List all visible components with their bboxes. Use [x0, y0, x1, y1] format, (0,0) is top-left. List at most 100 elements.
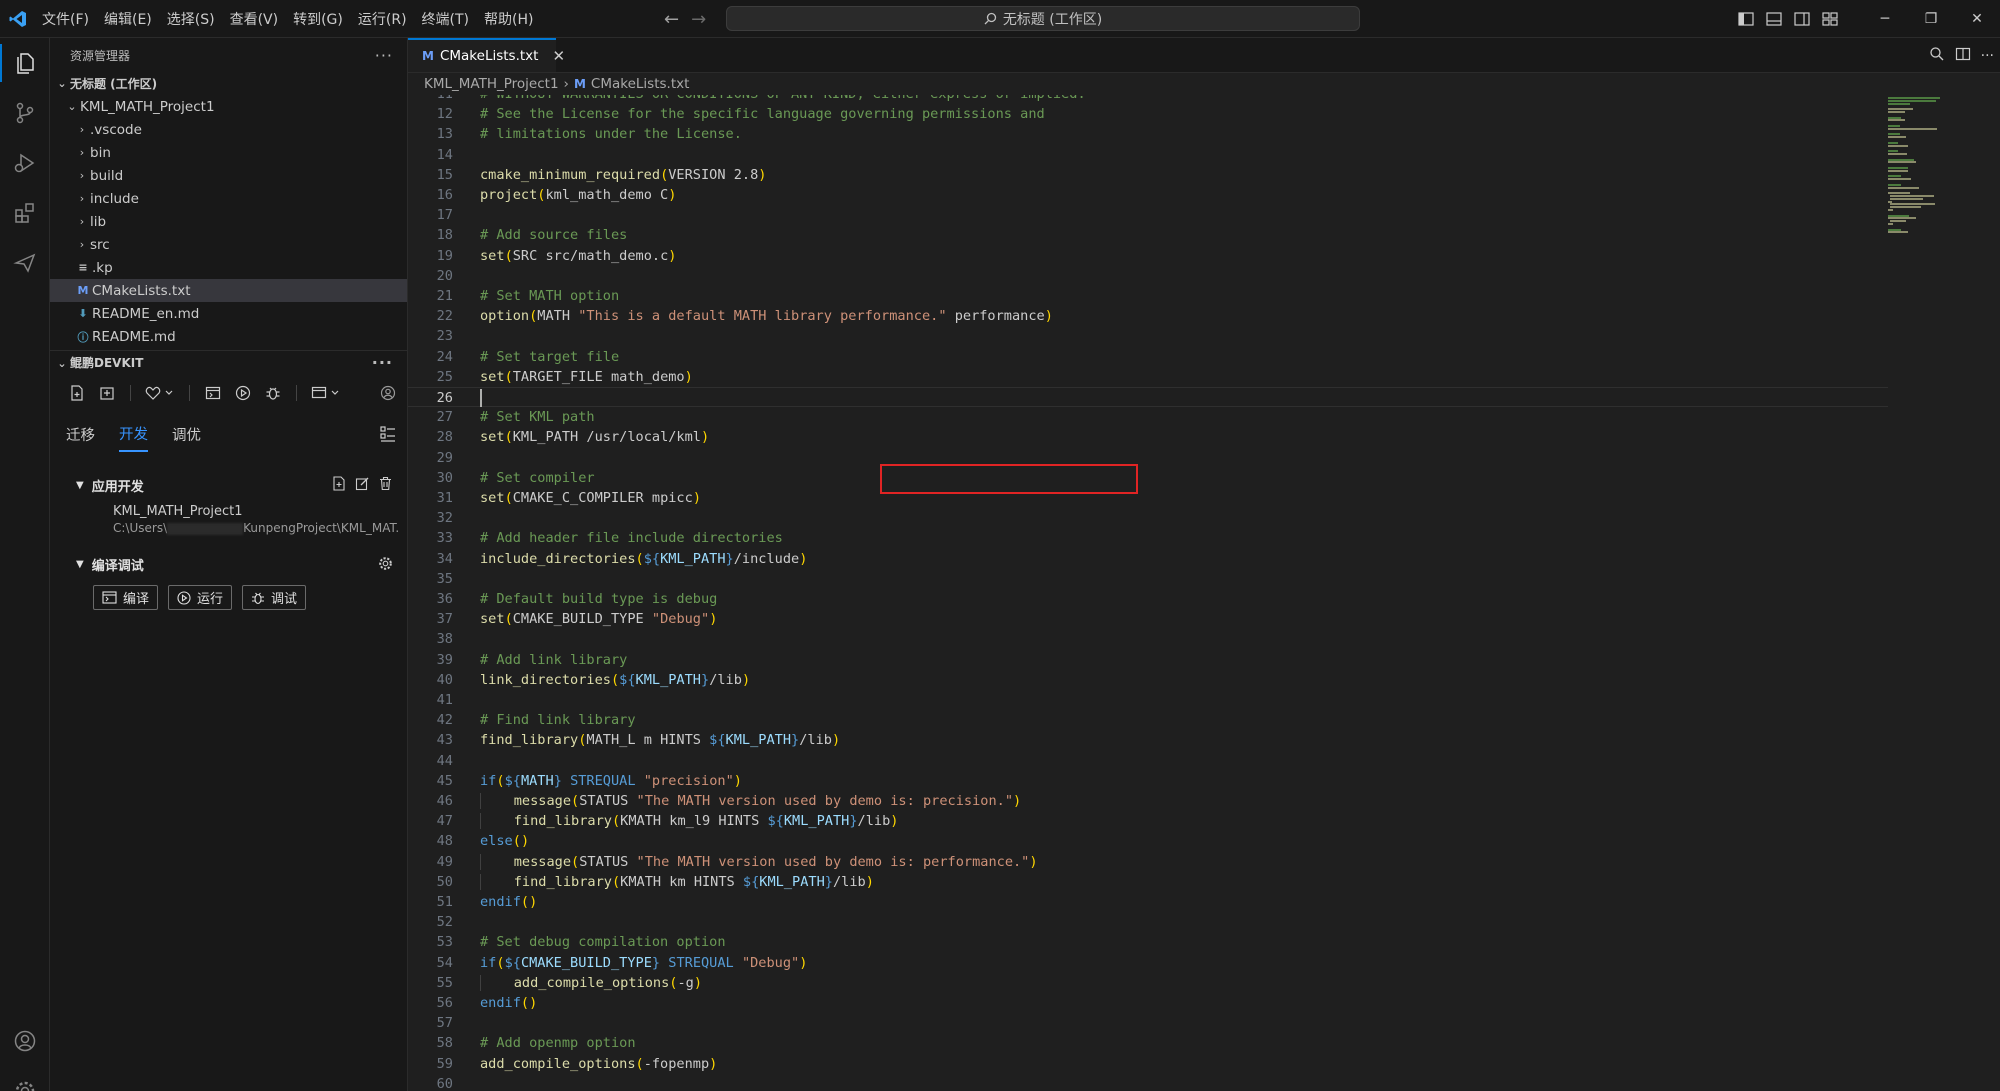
code-line[interactable]: 30 # Set compiler [408, 468, 1888, 488]
send-icon[interactable] [0, 238, 50, 288]
menu-go[interactable]: 转到(G) [287, 9, 349, 29]
code-line[interactable]: 46 message(STATUS "The MATH version used… [408, 791, 1888, 811]
code-line[interactable]: 55 add_compile_options(-g) [408, 973, 1888, 993]
code-line[interactable]: 19 set(SRC src/math_demo.c) [408, 246, 1888, 266]
explorer-icon[interactable] [0, 38, 50, 88]
code-line[interactable]: 11 # WITHOUT WARRANTIES OR CONDITIONS OF … [408, 95, 1888, 104]
code-line[interactable]: 45 if(${MATH} STREQUAL "precision") [408, 771, 1888, 791]
project-folder[interactable]: ⌄ KML_MATH_Project1 [50, 95, 407, 118]
code-line[interactable]: 57 [408, 1013, 1888, 1033]
restore-icon[interactable]: ❐ [1908, 0, 1954, 38]
workspace-root[interactable]: ⌄ 无标题 (工作区) [50, 72, 407, 95]
folder-vscode[interactable]: › .vscode [50, 118, 407, 141]
user-circle-icon[interactable] [377, 382, 399, 404]
code-line[interactable]: 34 include_directories(${KML_PATH}/includ… [408, 549, 1888, 569]
build-debug-group[interactable]: ▼ 编译调试 [50, 549, 407, 579]
menu-run[interactable]: 运行(R) [352, 9, 413, 29]
menu-file[interactable]: 文件(F) [36, 9, 95, 29]
code-line[interactable]: 14 [408, 145, 1888, 165]
file-cmakelists[interactable]: M CMakeLists.txt [50, 279, 407, 302]
menu-selection[interactable]: 选择(S) [161, 9, 221, 29]
code-line[interactable]: 44 [408, 751, 1888, 771]
code-line[interactable]: 48 else() [408, 831, 1888, 851]
run-button[interactable]: 运行 [168, 585, 233, 610]
run-circle-icon[interactable] [232, 382, 254, 404]
command-center[interactable]: 无标题 (工作区) [726, 6, 1360, 31]
code-line[interactable]: 12 # See the License for the specific lan… [408, 104, 1888, 124]
edit-project-icon[interactable] [355, 476, 370, 495]
code-line[interactable]: 59 add_compile_options(-fopenmp) [408, 1054, 1888, 1074]
code-line[interactable]: 51 endif() [408, 892, 1888, 912]
file-readme[interactable]: ⓘ README.md [50, 325, 407, 348]
code-line[interactable]: 54 if(${CMAKE_BUILD_TYPE} STREQUAL "Debug… [408, 953, 1888, 973]
code-line[interactable]: 42 # Find link library [408, 710, 1888, 730]
search-icon[interactable] [1929, 46, 1945, 66]
folder-build[interactable]: › build [50, 164, 407, 187]
menu-help[interactable]: 帮助(H) [478, 9, 539, 29]
toggle-primary-sidebar-icon[interactable] [1732, 0, 1760, 38]
close-icon[interactable]: ✕ [552, 47, 565, 65]
code-line[interactable]: 41 [408, 690, 1888, 710]
minimize-icon[interactable]: ─ [1862, 0, 1908, 38]
code-line[interactable]: 33 # Add header file include directories [408, 528, 1888, 548]
debug-bug-icon[interactable] [262, 382, 284, 404]
folder-lib[interactable]: › lib [50, 210, 407, 233]
code-line[interactable]: 20 [408, 266, 1888, 286]
account-icon[interactable] [0, 1016, 50, 1066]
code-line[interactable]: 15 cmake_minimum_required(VERSION 2.8) [408, 165, 1888, 185]
menu-view[interactable]: 查看(V) [224, 9, 285, 29]
debug-button[interactable]: 调试 [242, 585, 307, 610]
code-line[interactable]: 49 message(STATUS "The MATH version used… [408, 852, 1888, 872]
extensions-icon[interactable] [0, 188, 50, 238]
list-view-icon[interactable] [379, 425, 397, 447]
code-line[interactable]: 27 # Set KML path [408, 407, 1888, 427]
devkit-section-header[interactable]: ⌄ 鲲鹏DEVKIT ··· [50, 350, 407, 374]
toggle-secondary-sidebar-icon[interactable] [1788, 0, 1816, 38]
code-line[interactable]: 29 [408, 448, 1888, 468]
code-line[interactable]: 36 # Default build type is debug [408, 589, 1888, 609]
customize-layout-icon[interactable] [1816, 0, 1844, 38]
code-line[interactable]: 16 project(kml_math_demo C) [408, 185, 1888, 205]
split-editor-icon[interactable] [1955, 46, 1971, 66]
tab-tuning[interactable]: 调优 [172, 418, 201, 451]
code-line[interactable]: 47 find_library(KMATH km_l9 HINTS ${KML_… [408, 811, 1888, 831]
delete-icon[interactable] [378, 476, 393, 495]
app-dev-group[interactable]: ▼ 应用开发 [50, 470, 407, 500]
code-line[interactable]: 21 # Set MATH option [408, 286, 1888, 306]
breadcrumb-file[interactable]: CMakeLists.txt [591, 76, 690, 92]
code-editor[interactable]: 11 # WITHOUT WARRANTIES OR CONDITIONS OF … [408, 95, 2000, 1091]
compile-button[interactable]: 编译 [93, 585, 159, 610]
code-line[interactable]: 40 link_directories(${KML_PATH}/lib) [408, 670, 1888, 690]
code-line[interactable]: 37 set(CMAKE_BUILD_TYPE "Debug") [408, 609, 1888, 629]
menu-terminal[interactable]: 终端(T) [416, 9, 475, 29]
tab-cmakelists[interactable]: M CMakeLists.txt ✕ [408, 38, 565, 72]
code-line[interactable]: 58 # Add openmp option [408, 1033, 1888, 1053]
folder-bin[interactable]: › bin [50, 141, 407, 164]
code-line[interactable]: 13 # limitations under the License. [408, 124, 1888, 144]
code-line[interactable]: 50 find_library(KMATH km HINTS ${KML_PAT… [408, 872, 1888, 892]
deploy-dropdown-icon[interactable] [309, 382, 343, 404]
code-line[interactable]: 26 [408, 387, 1888, 407]
code-line[interactable]: 52 [408, 912, 1888, 932]
back-arrow-icon[interactable]: ← [664, 9, 679, 30]
run-debug-icon[interactable] [0, 138, 50, 188]
more-actions-icon[interactable]: ··· [375, 46, 393, 65]
source-control-icon[interactable] [0, 88, 50, 138]
settings-gear-icon[interactable] [378, 556, 393, 575]
code-line[interactable]: 25 set(TARGET_FILE math_demo) [408, 367, 1888, 387]
minimap[interactable] [1888, 95, 1988, 395]
code-line[interactable]: 56 endif() [408, 993, 1888, 1013]
code-line[interactable]: 38 [408, 629, 1888, 649]
new-file-icon[interactable] [66, 382, 88, 404]
code-line[interactable]: 24 # Set target file [408, 347, 1888, 367]
settings-gear-icon[interactable] [0, 1066, 50, 1091]
menu-edit[interactable]: 编辑(E) [98, 9, 158, 29]
code-line[interactable]: 43 find_library(MATH_L m HINTS ${KML_PATH… [408, 730, 1888, 750]
code-line[interactable]: 22 option(MATH "This is a default MATH li… [408, 306, 1888, 326]
add-project-icon[interactable] [332, 476, 347, 495]
tab-migration[interactable]: 迁移 [66, 418, 95, 451]
code-line[interactable]: 39 # Add link library [408, 650, 1888, 670]
code-line[interactable]: 17 [408, 205, 1888, 225]
devkit-more-icon[interactable]: ··· [372, 353, 393, 372]
project-item-name[interactable]: KML_MATH_Project1 [50, 504, 407, 521]
